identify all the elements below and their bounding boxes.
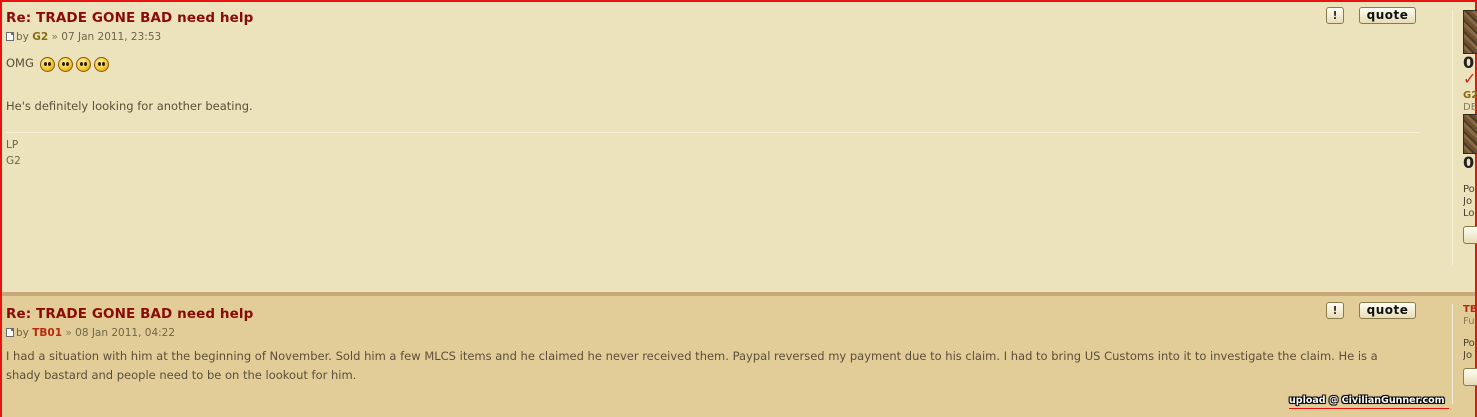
profile-divider (1452, 304, 1453, 404)
signature-divider (6, 132, 1420, 133)
content-line: OMG (6, 54, 1420, 78)
checkmark-icon: ✓ (1463, 69, 1477, 88)
author-link[interactable]: TB01 (32, 327, 62, 339)
by-label: by (16, 327, 29, 339)
content-line: I had a situation with him at the beginn… (6, 349, 1378, 363)
post-link-icon[interactable] (6, 32, 14, 41)
pm-button[interactable] (1463, 368, 1477, 386)
post-content: OMG He's definitely looking for another … (6, 54, 1420, 116)
post-content: I had a situation with him at the beginn… (6, 347, 1420, 385)
laughing-smiley-icon (39, 57, 55, 72)
post-author-line: by TB01 » 08 Jan 2011, 04:22 (6, 325, 1420, 341)
profile-joined: Jo (1463, 196, 1473, 207)
post-title[interactable]: Re: TRADE GONE BAD need help (6, 304, 1420, 324)
post-profile: 0 ✓ G2 DE 0 Po Jo Lo (1463, 10, 1477, 280)
report-button[interactable]: ! (1326, 302, 1344, 319)
watermark-underline (1289, 408, 1449, 409)
signature: LP G2 (6, 137, 1420, 169)
post-1: Re: TRADE GONE BAD need help by G2 » 07 … (2, 2, 1477, 292)
content-line: shady bastard and people need to be on t… (6, 368, 357, 382)
profile-joined: Jo (1463, 350, 1473, 361)
post-title-text[interactable]: Re: TRADE GONE BAD need help (6, 10, 253, 26)
post-author-line: by G2 » 07 Jan 2011, 23:53 (6, 29, 1420, 45)
rank-image (1463, 114, 1477, 154)
profile-location: Lo (1463, 208, 1475, 219)
pm-button[interactable] (1463, 226, 1477, 244)
post-title[interactable]: Re: TRADE GONE BAD need help (6, 8, 1420, 28)
author-link[interactable]: G2 (32, 31, 48, 43)
avatar[interactable] (1463, 10, 1477, 54)
rolleyes-smiley-icon (75, 57, 91, 72)
signature-line: LP (6, 139, 19, 151)
post-title-text[interactable]: Re: TRADE GONE BAD need help (6, 306, 253, 322)
content-text: OMG (6, 56, 34, 70)
post-date: 07 Jan 2011, 23:53 (61, 31, 162, 43)
post-link-icon[interactable] (6, 328, 14, 337)
separator: » (51, 31, 58, 43)
profile-rank: Fu (1463, 316, 1475, 327)
grinning-smiley-icon (93, 57, 109, 72)
post-body: Re: TRADE GONE BAD need help by TB01 » 0… (6, 304, 1420, 385)
report-button[interactable]: ! (1326, 7, 1344, 24)
rank-digit-2: 0 (1463, 153, 1475, 172)
profile-posts: Po (1463, 338, 1475, 349)
separator: » (65, 327, 72, 339)
post-body: Re: TRADE GONE BAD need help by G2 » 07 … (6, 8, 1420, 169)
signature-line: G2 (6, 155, 21, 167)
profile-name[interactable]: G2 (1463, 90, 1477, 102)
by-label: by (16, 31, 29, 43)
post-profile: TB Fu Po Jo (1463, 304, 1477, 414)
content-line: He's definitely looking for another beat… (6, 99, 253, 113)
quote-button[interactable]: quote (1359, 7, 1416, 24)
upload-watermark: upload @ CivilianGunner.com (1289, 395, 1445, 406)
quote-button[interactable]: quote (1359, 302, 1416, 319)
post-date: 08 Jan 2011, 04:22 (75, 327, 176, 339)
smiley-group (39, 57, 112, 78)
profile-posts: Po (1463, 184, 1475, 195)
post-2: Re: TRADE GONE BAD need help by TB01 » 0… (2, 296, 1477, 417)
profile-name[interactable]: TB (1463, 304, 1477, 316)
profile-rank: DE (1463, 102, 1477, 113)
shocked-smiley-icon (57, 57, 73, 72)
profile-divider (1452, 10, 1453, 265)
